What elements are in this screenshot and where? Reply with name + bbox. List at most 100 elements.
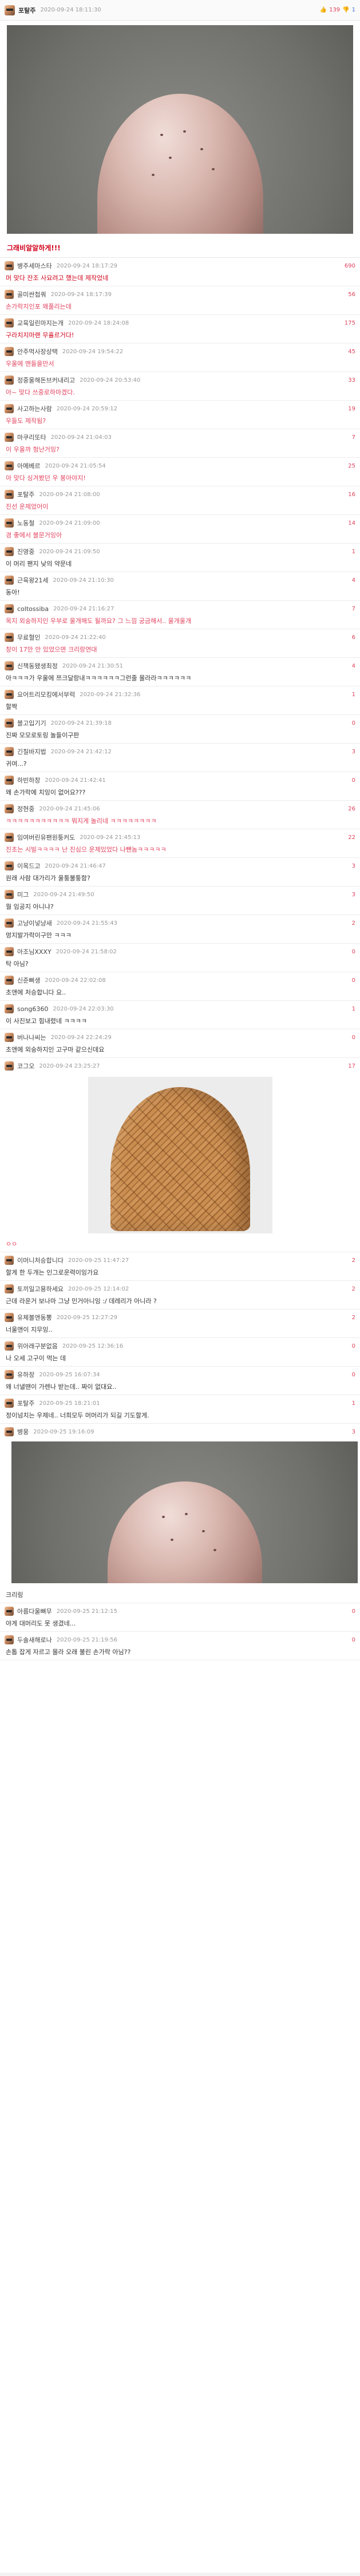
comment-author[interactable]: 유하장 bbox=[17, 1370, 34, 1379]
comment-author[interactable]: 신책동됐생최정 bbox=[17, 661, 58, 670]
comment-vote-count[interactable]: 0 bbox=[352, 720, 355, 726]
comment-author[interactable]: 블고입기기 bbox=[17, 718, 46, 728]
comment-vote-count[interactable]: 2 bbox=[352, 1315, 355, 1321]
avatar[interactable] bbox=[5, 633, 14, 642]
avatar[interactable] bbox=[5, 747, 14, 756]
comment-vote-count[interactable]: 16 bbox=[348, 492, 355, 498]
comment-author[interactable]: 요어트리모킹에서부럭 bbox=[17, 690, 75, 699]
avatar[interactable] bbox=[5, 5, 15, 15]
comment-author[interactable]: 이목드고 bbox=[17, 861, 40, 870]
comment-vote-count[interactable]: 0 bbox=[352, 1372, 355, 1378]
comment-author[interactable]: 무료혈인 bbox=[17, 633, 40, 642]
comment-vote-count[interactable]: 22 bbox=[348, 834, 355, 841]
avatar[interactable] bbox=[5, 290, 14, 299]
avatar[interactable] bbox=[5, 947, 14, 956]
comment-author[interactable]: 진영중 bbox=[17, 547, 34, 556]
avatar[interactable] bbox=[5, 861, 14, 870]
comment-author[interactable]: song6360 bbox=[17, 1005, 48, 1013]
comment-vote-count[interactable]: 1 bbox=[352, 1400, 355, 1407]
avatar[interactable] bbox=[5, 918, 14, 928]
avatar[interactable] bbox=[5, 461, 14, 470]
comment-vote-count[interactable]: 0 bbox=[352, 1035, 355, 1041]
comment-vote-count[interactable]: 2 bbox=[352, 1286, 355, 1292]
comment-vote-count[interactable]: 7 bbox=[352, 434, 355, 441]
comment-author[interactable]: 정현중 bbox=[17, 804, 34, 813]
comment-author[interactable]: 신준뻐생 bbox=[17, 976, 40, 985]
comment-author[interactable]: 이머니처승합니다 bbox=[17, 1256, 64, 1265]
avatar[interactable] bbox=[5, 833, 14, 842]
avatar[interactable] bbox=[5, 1399, 14, 1408]
comment-author[interactable]: 아름다울뼈무 bbox=[17, 1607, 52, 1616]
comment-author[interactable]: 미그 bbox=[17, 890, 29, 899]
comment-vote-count[interactable]: 0 bbox=[352, 1608, 355, 1615]
avatar[interactable] bbox=[5, 776, 14, 785]
comment-author[interactable]: 긴칠바지법 bbox=[17, 747, 46, 756]
comment-author[interactable]: 포탈주 bbox=[17, 1399, 34, 1408]
avatar[interactable] bbox=[5, 318, 14, 328]
comment-vote-count[interactable]: 0 bbox=[352, 1343, 355, 1349]
avatar[interactable] bbox=[5, 1370, 14, 1379]
comment-vote-count[interactable]: 0 bbox=[352, 949, 355, 955]
comment-author[interactable]: 코그오 bbox=[17, 1061, 34, 1071]
avatar[interactable] bbox=[5, 890, 14, 899]
avatar[interactable] bbox=[5, 433, 14, 442]
comment-vote-count[interactable]: 2 bbox=[352, 1257, 355, 1264]
comment-vote-count[interactable]: 1 bbox=[352, 692, 355, 698]
comment-vote-count[interactable]: 45 bbox=[348, 349, 355, 355]
comment-vote-count[interactable]: 3 bbox=[352, 863, 355, 869]
comment-vote-count[interactable]: 4 bbox=[352, 663, 355, 669]
comment-author[interactable]: 정중울해돈브커내리고 bbox=[17, 376, 75, 385]
avatar[interactable] bbox=[5, 1256, 14, 1265]
comment-author[interactable]: 버나나씨는 bbox=[17, 1033, 46, 1042]
comment-author[interactable]: 안주먹사장상택 bbox=[17, 347, 58, 356]
comment-author[interactable]: 마쿠리또타 bbox=[17, 433, 46, 442]
comment-author[interactable]: 아메베르 bbox=[17, 461, 40, 470]
comment-vote-count[interactable]: 3 bbox=[352, 1429, 355, 1435]
comment-author[interactable]: 근육왕21세 bbox=[17, 576, 48, 585]
avatar[interactable] bbox=[5, 718, 14, 728]
comment-vote-count[interactable]: 33 bbox=[348, 377, 355, 384]
comment-author[interactable]: 골미싼첩쿼 bbox=[17, 290, 46, 299]
comment-author[interactable]: 아조님XXXY bbox=[17, 947, 52, 956]
comment-author[interactable]: 두솔새해로나 bbox=[17, 1635, 52, 1644]
avatar[interactable] bbox=[5, 1607, 14, 1616]
comment-author[interactable]: 병주세마스타 bbox=[17, 261, 52, 270]
avatar[interactable] bbox=[5, 604, 14, 613]
comment-vote-count[interactable]: 26 bbox=[348, 806, 355, 812]
comment-vote-count[interactable]: 690 bbox=[345, 263, 355, 269]
avatar[interactable] bbox=[5, 547, 14, 556]
avatar[interactable] bbox=[5, 347, 14, 356]
post-author[interactable]: 포탈주 bbox=[18, 6, 35, 15]
comment-author[interactable]: 교육일린마지는개 bbox=[17, 318, 64, 328]
comment-author[interactable]: 임여버린유팬원퉁커도 bbox=[17, 833, 75, 842]
comment-author[interactable]: 하빈하창 bbox=[17, 776, 40, 785]
comment-vote-count[interactable]: 1 bbox=[352, 1006, 355, 1012]
avatar[interactable] bbox=[5, 1313, 14, 1322]
avatar[interactable] bbox=[5, 404, 14, 413]
thumbs-up-icon[interactable]: 👍 bbox=[320, 7, 327, 13]
avatar[interactable] bbox=[5, 1341, 14, 1351]
post-votes[interactable]: 👍 139 👎 1 bbox=[320, 7, 355, 13]
comment-vote-count[interactable]: 56 bbox=[348, 291, 355, 298]
comment-vote-count[interactable]: 0 bbox=[352, 777, 355, 784]
comment-vote-count[interactable]: 25 bbox=[348, 463, 355, 469]
comment-vote-count[interactable]: 3 bbox=[352, 749, 355, 755]
avatar[interactable] bbox=[5, 261, 14, 270]
avatar[interactable] bbox=[5, 690, 14, 699]
avatar[interactable] bbox=[5, 518, 14, 528]
comment-vote-count[interactable]: 19 bbox=[348, 406, 355, 412]
avatar[interactable] bbox=[5, 1284, 14, 1293]
comment-vote-count[interactable]: 4 bbox=[352, 577, 355, 584]
avatar[interactable] bbox=[5, 804, 14, 813]
thumbs-down-icon[interactable]: 👎 bbox=[342, 7, 349, 13]
avatar[interactable] bbox=[5, 1033, 14, 1042]
comment-vote-count[interactable]: 14 bbox=[348, 520, 355, 526]
comment-author[interactable]: 유체볼앤동뽕 bbox=[17, 1313, 52, 1322]
comment-vote-count[interactable]: 175 bbox=[345, 320, 355, 326]
comment-vote-count[interactable]: 17 bbox=[348, 1063, 355, 1069]
comment-vote-count[interactable]: 0 bbox=[352, 977, 355, 984]
avatar[interactable] bbox=[5, 1004, 14, 1013]
comment-vote-count[interactable]: 1 bbox=[352, 549, 355, 555]
comment-author[interactable]: 토끼일고용하세요 bbox=[17, 1284, 64, 1293]
comment-author[interactable]: 위아래구분없음 bbox=[17, 1341, 58, 1351]
